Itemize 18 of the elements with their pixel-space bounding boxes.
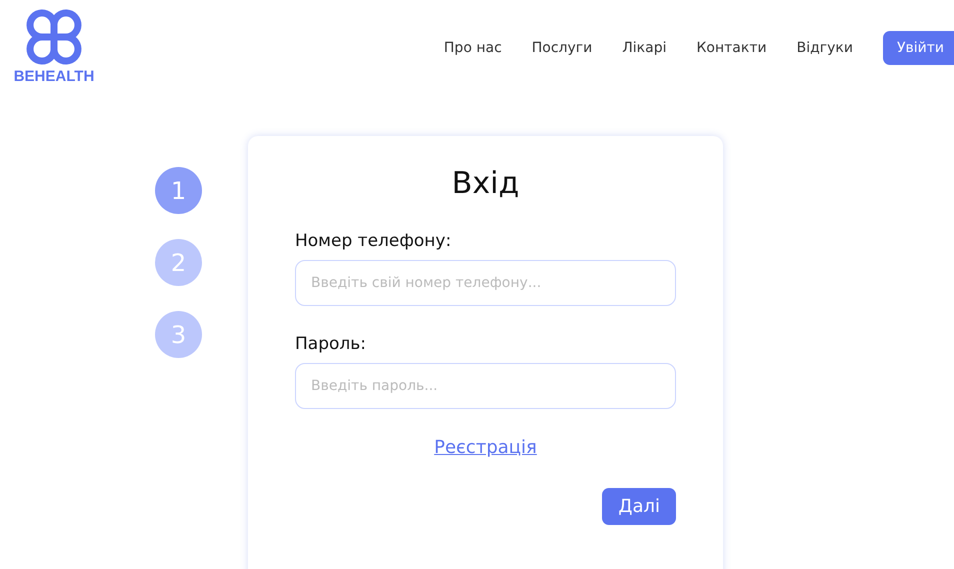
step-indicator: 2 bbox=[155, 239, 202, 286]
input-field[interactable]: Введіть пароль... bbox=[295, 363, 676, 409]
register-link[interactable]: Реєстрація bbox=[434, 437, 537, 458]
nav-link[interactable]: Контакти bbox=[696, 40, 767, 56]
nav-link[interactable]: Відгуки bbox=[796, 40, 853, 56]
form-title: Вхід bbox=[450, 166, 520, 201]
next-button[interactable]: Далі bbox=[602, 488, 676, 525]
login-button[interactable]: Увійти bbox=[882, 31, 954, 65]
input-field[interactable]: Введіть свій номер телефону... bbox=[295, 260, 676, 306]
logo-text: BEHEALTH bbox=[14, 68, 94, 85]
field-label: Номер телефону: bbox=[295, 231, 452, 251]
step-indicator: 1 bbox=[155, 167, 202, 214]
logo-icon bbox=[26, 8, 82, 66]
nav-link[interactable]: Послуги bbox=[532, 40, 592, 56]
nav-link[interactable]: Лікарі bbox=[622, 40, 666, 56]
step-indicator: 3 bbox=[155, 311, 202, 358]
nav-link[interactable]: Про нас bbox=[444, 40, 502, 56]
field-label: Пароль: bbox=[295, 334, 368, 354]
